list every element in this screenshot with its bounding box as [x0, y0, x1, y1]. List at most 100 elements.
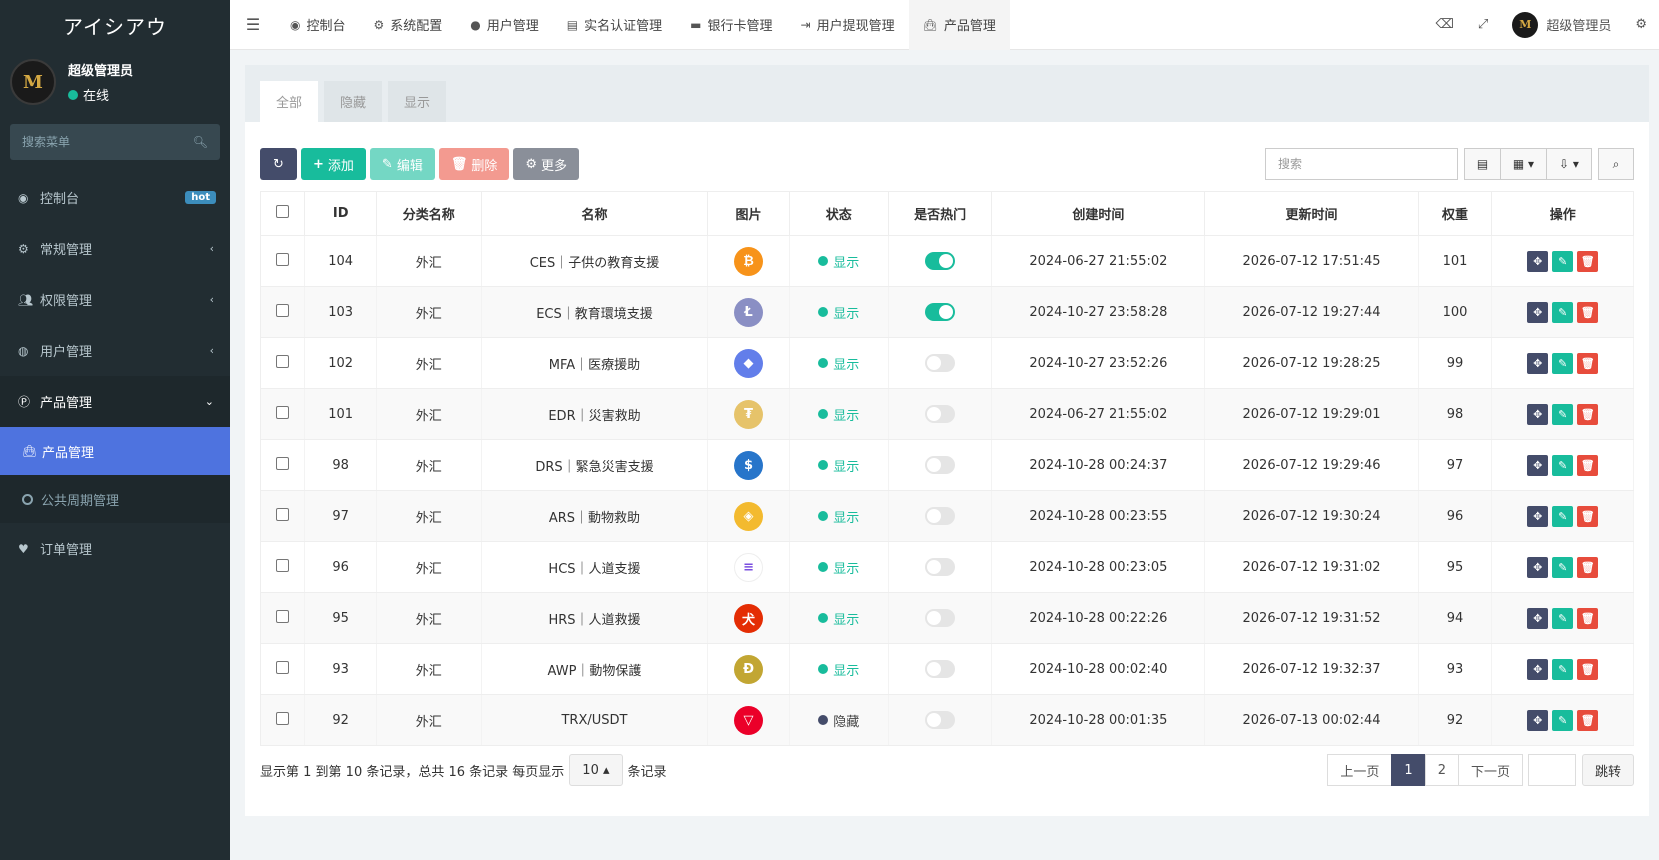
- pencil-icon[interactable]: ✎: [1552, 403, 1574, 425]
- row-checkbox[interactable]: [276, 558, 290, 572]
- bitcoin-icon[interactable]: ₿: [734, 246, 764, 276]
- tab-system-config[interactable]: ⚙ 系统配置: [360, 0, 457, 50]
- table-row[interactable]: 96 外汇 HCS｜人道支援 ≡ 显示 2024-10-28 00:23:05 2026-0…: [259, 541, 1634, 593]
- tab-hidden[interactable]: 隐藏: [324, 81, 383, 122]
- column-header[interactable]: 权重: [1417, 191, 1493, 236]
- trash-icon[interactable]: 🗑︎: [1577, 658, 1599, 680]
- move-icon[interactable]: ✥: [1527, 505, 1549, 527]
- dogecoin-icon[interactable]: Ð: [734, 654, 764, 684]
- tab-shown[interactable]: 显示: [388, 81, 447, 122]
- row-checkbox[interactable]: [276, 609, 290, 623]
- move-icon[interactable]: ✥: [1527, 556, 1549, 578]
- fullscreen-icon[interactable]: ⤢: [1466, 17, 1500, 32]
- move-icon[interactable]: ✥: [1527, 301, 1549, 323]
- tab-id-verification[interactable]: ▤ 实名认证管理: [553, 0, 676, 50]
- column-header[interactable]: 状态: [788, 191, 889, 236]
- move-icon[interactable]: ✥: [1527, 709, 1549, 731]
- tab-all[interactable]: 全部: [260, 81, 319, 122]
- pencil-icon[interactable]: ✎: [1552, 556, 1574, 578]
- table-row[interactable]: 102 外汇 MFA｜医療援助 ◆ 显示 2024-10-27 23:52:26 2026-…: [259, 337, 1634, 389]
- trash-icon[interactable]: 🗑︎: [1577, 607, 1599, 629]
- pencil-icon[interactable]: ✎: [1552, 301, 1574, 323]
- trash-icon[interactable]: 🗑︎: [1577, 454, 1599, 476]
- table-row[interactable]: 104 外汇 CES｜子供の教育支援 ₿ 显示 2024-06-27 21:55:02 20…: [259, 235, 1634, 287]
- menu-toggle-icon[interactable]: ☰: [230, 15, 276, 34]
- move-icon[interactable]: ✥: [1527, 658, 1549, 680]
- shiba-icon[interactable]: 犬: [734, 603, 764, 633]
- pencil-icon[interactable]: ✎: [1552, 607, 1574, 629]
- trash-icon[interactable]: 🗑︎: [1577, 403, 1599, 425]
- hot-toggle[interactable]: [925, 405, 956, 423]
- trash-icon[interactable]: 🗑︎: [1577, 352, 1599, 374]
- table-search-input[interactable]: [1265, 148, 1458, 180]
- row-checkbox[interactable]: [276, 252, 290, 266]
- sidebar-item-permission[interactable]: 👥︎ 权限管理 ‹: [0, 274, 230, 325]
- tab-dashboard[interactable]: ◉ 控制台: [276, 0, 360, 50]
- litecoin-icon[interactable]: Ł: [734, 297, 764, 327]
- clear-cache-icon[interactable]: ⌫: [1424, 17, 1466, 32]
- table-row[interactable]: 95 外汇 HRS｜人道救援犬 显示 2024-10-28 00:22:26 2026-0…: [259, 592, 1634, 644]
- row-checkbox[interactable]: [276, 303, 290, 317]
- next-page-button[interactable]: 下一页: [1457, 754, 1523, 786]
- edit-button[interactable]: ✎ 编辑: [369, 148, 435, 180]
- ethereum-icon[interactable]: ◆: [734, 348, 764, 378]
- tab-products[interactable]: 👜︎ 产品管理: [908, 0, 1010, 50]
- sidebar-item-dashboard[interactable]: ◉ 控制台 hot: [0, 172, 230, 223]
- move-icon[interactable]: ✥: [1527, 352, 1549, 374]
- hot-toggle[interactable]: [925, 354, 956, 372]
- page-size-dropdown[interactable]: 10 ▴: [569, 754, 623, 786]
- trash-icon[interactable]: 🗑︎: [1577, 709, 1599, 731]
- usd-coin-icon[interactable]: $: [734, 450, 764, 480]
- select-all-checkbox[interactable]: [276, 205, 290, 218]
- move-icon[interactable]: ✥: [1527, 607, 1549, 629]
- table-row[interactable]: 92 外汇 TRX/USDT ▽ 隐藏 2024-10-28 00:01:35 2026-0…: [259, 694, 1634, 746]
- brand-title[interactable]: アイシアウ: [0, 0, 230, 50]
- tab-bank-card[interactable]: ▬ 银行卡管理: [676, 0, 786, 50]
- sidebar-item-general[interactable]: ⚙ 常规管理 ‹: [0, 223, 230, 274]
- row-checkbox[interactable]: [276, 660, 290, 674]
- column-header[interactable]: 名称: [480, 191, 709, 236]
- sidebar-subitem-cycles[interactable]: 公共周期管理: [0, 475, 230, 523]
- table-row[interactable]: 101 外汇 EDR｜災害救助 ₮ 显示 2024-06-27 21:55:02 2026-…: [259, 388, 1634, 440]
- row-checkbox[interactable]: [276, 456, 290, 470]
- hot-toggle[interactable]: [925, 609, 956, 627]
- more-button[interactable]: ⚙ 更多: [513, 148, 580, 180]
- search-icon[interactable]: 🔍︎: [193, 135, 208, 149]
- pencil-icon[interactable]: ✎: [1552, 352, 1574, 374]
- page-2-button[interactable]: 2: [1424, 754, 1459, 786]
- jump-page-input[interactable]: [1527, 754, 1576, 786]
- menu-search-input[interactable]: [22, 135, 172, 149]
- sidebar-item-orders[interactable]: ♥ 订单管理: [0, 523, 230, 574]
- prev-page-button[interactable]: 上一页: [1327, 754, 1393, 786]
- row-checkbox[interactable]: [276, 354, 290, 368]
- trash-icon[interactable]: 🗑︎: [1577, 301, 1599, 323]
- hot-toggle[interactable]: [925, 660, 956, 678]
- row-checkbox[interactable]: [276, 405, 290, 419]
- page-1-button[interactable]: 1: [1391, 754, 1426, 786]
- move-icon[interactable]: ✥: [1527, 454, 1549, 476]
- sidebar-item-users[interactable]: ◍ 用户管理 ‹: [0, 325, 230, 376]
- column-header[interactable]: 分类名称: [376, 191, 482, 236]
- table-row[interactable]: 93 外汇 AWP｜動物保護 Ð 显示 2024-10-28 00:02:40 2026-0…: [259, 643, 1634, 695]
- hot-toggle[interactable]: [925, 456, 956, 474]
- tab-user-management[interactable]: ● 用户管理: [456, 0, 553, 50]
- admin-menu[interactable]: M 超级管理员: [1500, 11, 1623, 38]
- toggle-view-icon[interactable]: ▤: [1464, 148, 1500, 180]
- jump-button[interactable]: 跳转: [1581, 754, 1634, 786]
- trash-icon[interactable]: 🗑︎: [1577, 505, 1599, 527]
- trash-icon[interactable]: 🗑︎: [1577, 556, 1599, 578]
- sidebar-item-products[interactable]: Ⓟ 产品管理 ⌄: [0, 376, 230, 427]
- columns-icon[interactable]: ▦ ▾: [1500, 148, 1546, 180]
- column-header[interactable]: ID: [304, 191, 378, 236]
- pencil-icon[interactable]: ✎: [1552, 505, 1574, 527]
- export-icon[interactable]: ⇩ ▾: [1546, 148, 1592, 180]
- pencil-icon[interactable]: ✎: [1552, 709, 1574, 731]
- refresh-button[interactable]: ↻: [260, 148, 297, 180]
- table-row[interactable]: 97 外汇 ARS｜動物救助 ◈ 显示 2024-10-28 00:23:55 2026-0…: [259, 490, 1634, 542]
- table-row[interactable]: 98 外汇 DRS｜緊急災害支援 $ 显示 2024-10-28 00:24:37 2026…: [259, 439, 1634, 491]
- table-row[interactable]: 103 外汇 ECS｜教育環境支援 Ł 显示 2024-10-27 23:58:28 202…: [259, 286, 1634, 338]
- tron-icon[interactable]: ▽: [734, 705, 764, 735]
- tab-withdrawal[interactable]: ⇥ 用户提现管理: [787, 0, 909, 50]
- pencil-icon[interactable]: ✎: [1552, 454, 1574, 476]
- column-header[interactable]: 创建时间: [991, 191, 1206, 236]
